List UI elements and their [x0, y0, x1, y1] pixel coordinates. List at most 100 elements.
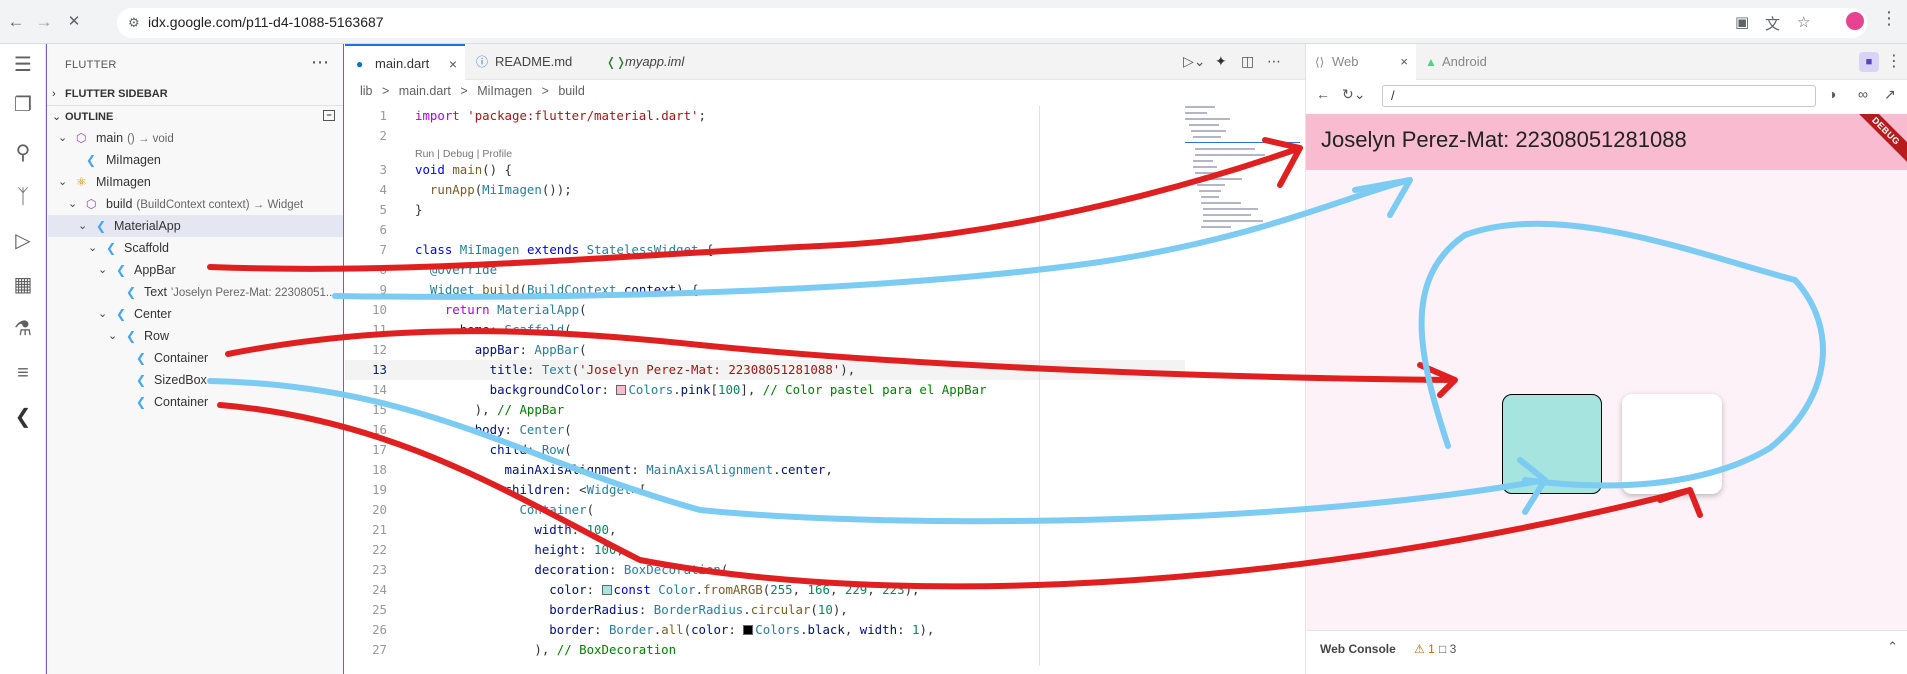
address-text[interactable]: idx.google.com/p11-d4-1088-5163687	[148, 14, 384, 30]
performance-gauge-icon[interactable]: ◑	[1828, 86, 1836, 102]
outline-item-miimagen-class[interactable]: ⌄ ⚛ MiImagen	[48, 171, 343, 193]
outline-item-main[interactable]: ⌄ ⬡ main() → void	[48, 127, 343, 149]
line-number: 20	[372, 502, 387, 517]
message-icon: □	[1439, 642, 1447, 656]
chevron-up-icon[interactable]: ⌃	[1887, 639, 1898, 655]
more-actions-icon[interactable]: ⋯	[311, 52, 329, 73]
minimap[interactable]	[1185, 106, 1300, 246]
profile-avatar[interactable]	[1846, 12, 1864, 30]
browser-menu-icon[interactable]: ⋮	[1880, 8, 1898, 29]
tab-readme[interactable]: ⓘ README.md	[465, 44, 595, 80]
search-icon[interactable]: ⚲	[10, 140, 36, 166]
outline-detail: (BuildContext context) → Widget	[136, 199, 304, 211]
back-arrow-icon[interactable]: ←	[4, 10, 28, 34]
outline-label: Center	[134, 307, 172, 321]
breadcrumb-lib[interactable]: lib	[360, 84, 373, 98]
line-number: 12	[372, 342, 387, 357]
web-console-bar[interactable]: Web Console ⚠ 1 □ 3 ⌃	[1306, 630, 1907, 674]
method-cube-icon: ⬡	[76, 131, 87, 145]
chevron-right-icon: ›	[52, 88, 56, 100]
debug-banner: DEBUG	[1852, 114, 1907, 165]
translate-icon[interactable]: 文	[1765, 13, 1780, 34]
reload-icon[interactable]: ↻⌄	[1342, 86, 1365, 103]
more-actions-icon[interactable]: ⋮	[1886, 51, 1902, 71]
gemini-sparkle-icon[interactable]: ✦	[1215, 53, 1227, 70]
breadcrumb-separator: >	[460, 84, 468, 98]
outline-item-container[interactable]: ❮ Container	[48, 347, 343, 369]
tab-android[interactable]: ▲ Android	[1416, 44, 1526, 80]
chevron-down-icon: ⌄	[78, 220, 88, 232]
site-info-icon[interactable]: ⚙	[128, 15, 140, 31]
line-number: 3	[379, 162, 387, 177]
outline-item-miimagen-call[interactable]: ❮ MiImagen	[48, 149, 343, 171]
outline-item-row[interactable]: ⌄ ❮ Row	[48, 325, 343, 347]
back-arrow-icon[interactable]: ←	[1316, 86, 1330, 102]
outline-item-center[interactable]: ⌄ ❮ Center	[48, 303, 343, 325]
flutter-app-preview[interactable]: Joselyn Perez-Mat: 22308051281088 DEBUG	[1306, 114, 1907, 630]
outline-item-build[interactable]: ⌄ ⬡ build (BuildContext context) → Widget	[48, 193, 343, 215]
link-icon[interactable]: ∞	[1858, 86, 1868, 102]
tab-myapp-iml[interactable]: ❬❭ myapp.iml	[595, 44, 715, 80]
lock-icon[interactable]: ■	[1859, 52, 1879, 72]
outline-label: Container	[154, 395, 209, 409]
stop-loading-icon[interactable]: ✕	[62, 10, 86, 34]
menu-icon[interactable]: ☰	[10, 52, 36, 78]
explorer-files-icon[interactable]: ❐	[10, 92, 36, 118]
extensions-icon[interactable]: ▦	[10, 272, 36, 298]
outline-item-materialapp[interactable]: ⌄ ❮ MaterialApp	[48, 215, 343, 237]
bookmark-star-icon[interactable]: ☆	[1797, 13, 1810, 31]
line-number: 23	[372, 562, 387, 577]
breadcrumb-file[interactable]: main.dart	[399, 84, 451, 98]
run-dropdown-icon[interactable]: ▷⌄	[1183, 53, 1206, 70]
outline-item-text[interactable]: ❮ Text 'Joselyn Perez-Mat: 22308051...	[48, 281, 343, 303]
chevron-down-icon: ⌄	[68, 198, 78, 210]
collapse-all-icon[interactable]: −	[323, 110, 335, 121]
outline-item-container[interactable]: ❮ Container	[48, 391, 343, 413]
line-number: 13	[372, 362, 387, 377]
color-swatch[interactable]	[601, 585, 612, 595]
outline-detail: () → void	[127, 133, 174, 145]
message-count[interactable]: □ 3	[1439, 642, 1456, 656]
install-app-icon[interactable]: ▣	[1735, 13, 1749, 31]
tab-web[interactable]: ⟨⟩ Web ×	[1306, 44, 1416, 80]
outline-item-appbar[interactable]: ⌄ ❮ AppBar	[48, 259, 343, 281]
forward-arrow-icon[interactable]: →	[32, 10, 56, 34]
white-container	[1622, 394, 1722, 494]
flutter-widget-icon: ❮	[136, 351, 147, 365]
section-label: FLUTTER SIDEBAR	[65, 88, 168, 100]
outline-list-icon[interactable]: ≡	[10, 360, 36, 386]
warning-count[interactable]: ⚠ 1	[1414, 642, 1435, 656]
flutter-icon[interactable]: ❮	[10, 404, 36, 430]
breadcrumb-class[interactable]: MiImagen	[477, 84, 532, 98]
outline-item-scaffold[interactable]: ⌄ ❮ Scaffold	[48, 237, 343, 259]
section-label: OUTLINE	[65, 111, 114, 123]
outline-label: MiImagen	[106, 153, 161, 167]
run-debug-icon[interactable]: ▷	[10, 228, 36, 254]
source-control-icon[interactable]: ᛉ	[10, 184, 36, 210]
editor-ruler	[1039, 106, 1040, 666]
close-icon[interactable]: ×	[449, 46, 457, 82]
code-brackets-icon: ⟨⟩	[1315, 55, 1325, 69]
flutter-widget-icon: ❮	[96, 219, 107, 233]
tab-main-dart[interactable]: ● main.dart ×	[345, 44, 465, 80]
flutter-sidebar-section[interactable]: › FLUTTER SIDEBAR	[47, 83, 343, 105]
line-number: 16	[372, 422, 387, 437]
preview-tab-bar: ⟨⟩ Web × ▲ Android ■ ⋮	[1306, 44, 1907, 80]
breadcrumb-method[interactable]: build	[558, 84, 584, 98]
color-swatch[interactable]	[616, 385, 627, 395]
outline-section[interactable]: ⌄ OUTLINE −	[47, 105, 343, 127]
testing-flask-icon[interactable]: ⚗	[10, 316, 36, 342]
outline-label: main	[96, 131, 124, 145]
line-number: 19	[372, 482, 387, 497]
split-editor-icon[interactable]: ◫	[1241, 53, 1254, 70]
open-external-icon[interactable]: ↗	[1884, 86, 1896, 103]
color-swatch[interactable]	[743, 625, 754, 635]
line-number: 6	[379, 222, 387, 237]
chevron-down-icon: ⌄	[88, 242, 98, 254]
outline-label: AppBar	[134, 263, 176, 277]
preview-url-input[interactable]: /	[1382, 85, 1816, 107]
close-icon[interactable]: ×	[1400, 44, 1408, 80]
outline-item-sizedbox[interactable]: ❮ SizedBox	[48, 369, 343, 391]
flutter-widget-icon: ❮	[86, 153, 97, 167]
more-actions-icon[interactable]: ⋯	[1267, 53, 1281, 70]
